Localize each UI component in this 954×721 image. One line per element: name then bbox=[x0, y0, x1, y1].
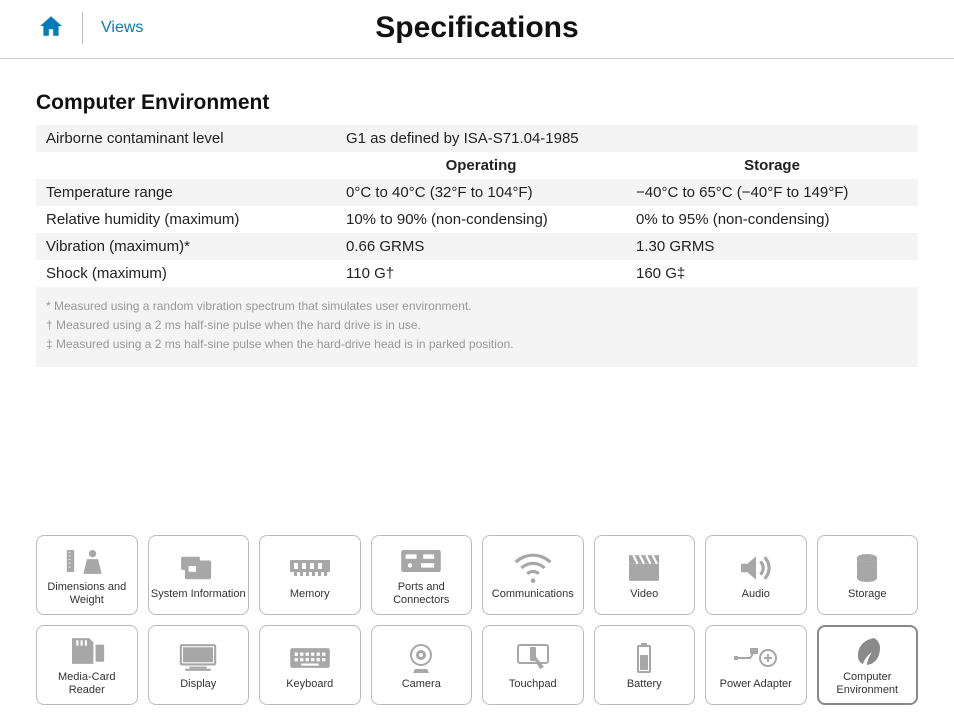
wifi-icon bbox=[511, 550, 555, 586]
ram-icon bbox=[288, 550, 332, 586]
spec-table: Airborne contaminant level G1 as defined… bbox=[36, 125, 918, 287]
nav-card-computer-environment[interactable]: Computer Environment bbox=[817, 625, 919, 705]
nav-label: Media-Card Reader bbox=[39, 671, 135, 696]
nav-grid: Dimensions and Weight System Information M… bbox=[36, 535, 918, 705]
keyboard-icon bbox=[288, 640, 332, 676]
nav-label: Computer Environment bbox=[821, 671, 915, 696]
airborne-value: G1 as defined by ISA-S71.04-1985 bbox=[336, 125, 918, 152]
nav-card-media-card[interactable]: Media-Card Reader bbox=[36, 625, 138, 705]
nav-card-video[interactable]: Video bbox=[594, 535, 696, 615]
nav-label: Keyboard bbox=[286, 678, 333, 691]
nav-label: Storage bbox=[848, 588, 887, 601]
table-row: Airborne contaminant level G1 as defined… bbox=[36, 125, 918, 152]
table-row: Temperature range 0°C to 40°C (32°F to 1… bbox=[36, 179, 918, 206]
nav-card-power-adapter[interactable]: Power Adapter bbox=[705, 625, 807, 705]
nav-card-storage[interactable]: Storage bbox=[817, 535, 919, 615]
page-title: Specifications bbox=[375, 11, 578, 45]
divider bbox=[82, 12, 83, 44]
nav-label: Video bbox=[630, 588, 658, 601]
table-row: Vibration (maximum)* 0.66 GRMS 1.30 GRMS bbox=[36, 233, 918, 260]
nav-card-communications[interactable]: Communications bbox=[482, 535, 584, 615]
section-title: Computer Environment bbox=[36, 91, 918, 115]
monitor-icon bbox=[176, 640, 220, 676]
chip-icon bbox=[176, 550, 220, 586]
nav-card-audio[interactable]: Audio bbox=[705, 535, 807, 615]
footnote: * Measured using a random vibration spec… bbox=[46, 297, 908, 316]
col-operating-header: Operating bbox=[336, 152, 626, 179]
nav-label: Power Adapter bbox=[720, 678, 792, 691]
nav-label: Touchpad bbox=[509, 678, 557, 691]
nav-card-ports[interactable]: Ports and Connectors bbox=[371, 535, 473, 615]
nav-label: Battery bbox=[627, 678, 662, 691]
nav-label: Ports and Connectors bbox=[374, 581, 470, 606]
content-area: Computer Environment Airborne contaminan… bbox=[0, 59, 954, 367]
header-bar: Views Specifications bbox=[0, 0, 954, 59]
nav-card-memory[interactable]: Memory bbox=[259, 535, 361, 615]
nav-card-camera[interactable]: Camera bbox=[371, 625, 473, 705]
database-icon bbox=[845, 550, 889, 586]
table-row: Relative humidity (maximum) 10% to 90% (… bbox=[36, 206, 918, 233]
footnote: † Measured using a 2 ms half-sine pulse … bbox=[46, 316, 908, 335]
sd-card-icon bbox=[65, 633, 109, 669]
table-header-row: Operating Storage bbox=[36, 152, 918, 179]
nav-card-keyboard[interactable]: Keyboard bbox=[259, 625, 361, 705]
views-link[interactable]: Views bbox=[101, 19, 143, 37]
home-icon[interactable] bbox=[38, 13, 64, 44]
ports-icon bbox=[399, 543, 443, 579]
ruler-weight-icon bbox=[65, 543, 109, 579]
touchpad-icon bbox=[511, 640, 555, 676]
nav-label: Communications bbox=[492, 588, 574, 601]
nav-card-display[interactable]: Display bbox=[148, 625, 250, 705]
nav-label: Dimensions and Weight bbox=[39, 581, 135, 606]
speaker-icon bbox=[734, 550, 778, 586]
clapperboard-icon bbox=[622, 550, 666, 586]
battery-icon bbox=[622, 640, 666, 676]
power-adapter-icon bbox=[734, 640, 778, 676]
nav-label: Display bbox=[180, 678, 216, 691]
nav-card-dimensions[interactable]: Dimensions and Weight bbox=[36, 535, 138, 615]
nav-card-system-info[interactable]: System Information bbox=[148, 535, 250, 615]
col-storage-header: Storage bbox=[626, 152, 918, 179]
nav-label: System Information bbox=[151, 588, 246, 601]
nav-card-battery[interactable]: Battery bbox=[594, 625, 696, 705]
nav-label: Audio bbox=[742, 588, 770, 601]
airborne-label: Airborne contaminant level bbox=[36, 125, 336, 152]
nav-label: Memory bbox=[290, 588, 330, 601]
footnote: ‡ Measured using a 2 ms half-sine pulse … bbox=[46, 335, 908, 354]
webcam-icon bbox=[399, 640, 443, 676]
nav-label: Camera bbox=[402, 678, 441, 691]
footnotes: * Measured using a random vibration spec… bbox=[36, 287, 918, 367]
table-row: Shock (maximum) 110 G† 160 G‡ bbox=[36, 260, 918, 287]
nav-card-touchpad[interactable]: Touchpad bbox=[482, 625, 584, 705]
leaf-icon bbox=[845, 633, 889, 669]
